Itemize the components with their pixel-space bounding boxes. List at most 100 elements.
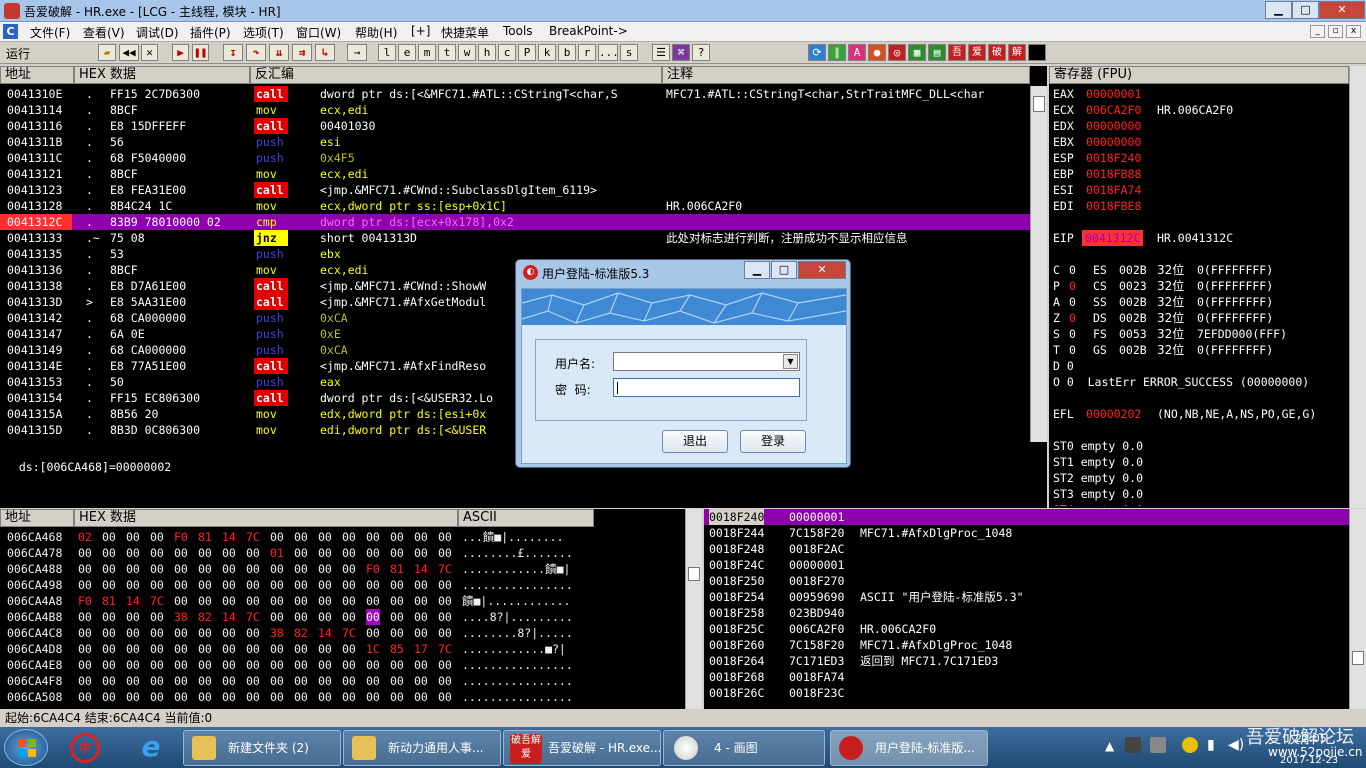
- register-value[interactable]: 0018F240: [1086, 150, 1141, 166]
- flag-value[interactable]: 0: [1069, 278, 1076, 294]
- username-combobox[interactable]: ▼: [613, 352, 800, 371]
- dump-byte[interactable]: 00: [270, 529, 284, 545]
- stack-row[interactable]: 0018F258 023BD940: [704, 605, 1349, 621]
- dump-byte[interactable]: 00: [342, 673, 356, 689]
- dump-byte[interactable]: 00: [390, 657, 404, 673]
- dump-byte[interactable]: 00: [366, 529, 380, 545]
- run-icon[interactable]: ▶: [172, 44, 189, 61]
- dump-byte[interactable]: 14: [318, 625, 332, 641]
- dump-byte[interactable]: 00: [246, 561, 260, 577]
- flag-value[interactable]: 0: [1069, 326, 1076, 342]
- menu-breakpoint[interactable]: BreakPoint->: [549, 24, 628, 38]
- dump-byte[interactable]: 00: [222, 689, 236, 705]
- dump-hex-header[interactable]: HEX 数据: [74, 509, 458, 527]
- dump-ascii-header[interactable]: ASCII: [458, 509, 594, 527]
- dump-byte[interactable]: 00: [438, 577, 452, 593]
- pinned-app-icon[interactable]: 中: [70, 733, 100, 763]
- task-debugger[interactable]: 破吾解爱 吾爱破解 - HR.exe...: [503, 730, 661, 766]
- dump-byte[interactable]: 00: [318, 689, 332, 705]
- toolbar-cpu-button[interactable]: c: [498, 44, 516, 61]
- dump-byte[interactable]: 00: [390, 545, 404, 561]
- dump-byte[interactable]: 00: [150, 545, 164, 561]
- disasm-row[interactable]: 00413121. 8BCF mov ecx,edi: [0, 166, 1030, 182]
- mdi-close-button[interactable]: x: [1346, 25, 1361, 38]
- dump-byte[interactable]: 00: [342, 609, 356, 625]
- list-icon[interactable]: ☰: [652, 44, 670, 61]
- dump-byte[interactable]: 00: [102, 689, 116, 705]
- dump-row[interactable]: 006CA478 00 00 00 00 00 00 00 00 01 00 00 00 00 00 00 00…: [0, 545, 685, 561]
- dump-byte[interactable]: 00: [390, 593, 404, 609]
- menu-plus[interactable]: [+]: [411, 24, 430, 38]
- disasm-row[interactable]: 0041311C. 68 F5040000 push 0x4F5: [0, 150, 1030, 166]
- dump-byte[interactable]: 00: [222, 641, 236, 657]
- dump-byte[interactable]: 00: [318, 673, 332, 689]
- toolbar-exec-modules-button[interactable]: e: [398, 44, 416, 61]
- toolbar-threads-button[interactable]: t: [438, 44, 456, 61]
- dump-address-header[interactable]: 地址: [0, 509, 74, 527]
- menu-tools[interactable]: Tools: [503, 24, 533, 38]
- dump-byte[interactable]: 00: [366, 577, 380, 593]
- dump-byte[interactable]: 00: [318, 561, 332, 577]
- trace-over-icon[interactable]: ⇉: [292, 44, 312, 61]
- menu-help[interactable]: 帮助(H): [355, 24, 397, 41]
- dump-byte[interactable]: 00: [102, 609, 116, 625]
- dump-byte[interactable]: 00: [102, 577, 116, 593]
- dump-byte[interactable]: 00: [126, 641, 140, 657]
- dump-byte[interactable]: 00: [318, 529, 332, 545]
- login-dialog[interactable]: ◐ 用户登陆-标准版5.3 ▁ □ ✕ 用户名: ▼ 密 码: 退出 登录: [515, 259, 851, 468]
- stack-row[interactable]: 0018F250 0018F270: [704, 573, 1349, 589]
- dump-byte[interactable]: 00: [438, 673, 452, 689]
- grid-plugin-icon[interactable]: ▦: [908, 44, 926, 61]
- dump-scrollbar[interactable]: [685, 509, 702, 709]
- dump-byte[interactable]: 00: [174, 577, 188, 593]
- volume-icon[interactable]: ◀): [1228, 737, 1244, 753]
- dump-row[interactable]: 006CA4C8 00 00 00 00 00 00 00 00 38 82 14 7C 00 00 00 00…: [0, 625, 685, 641]
- dump-byte[interactable]: 00: [102, 529, 116, 545]
- dump-byte[interactable]: 01: [270, 545, 284, 561]
- dump-byte[interactable]: 00: [174, 545, 188, 561]
- dump-byte[interactable]: 00: [270, 593, 284, 609]
- dump-byte[interactable]: 00: [102, 625, 116, 641]
- dump-byte[interactable]: 00: [342, 657, 356, 673]
- open-icon[interactable]: ▰: [98, 44, 116, 61]
- dump-byte[interactable]: 00: [246, 577, 260, 593]
- dump-byte[interactable]: 00: [174, 689, 188, 705]
- dump-byte[interactable]: 00: [390, 529, 404, 545]
- dump-byte[interactable]: 14: [126, 593, 140, 609]
- dump-byte[interactable]: 00: [414, 593, 428, 609]
- dump-byte[interactable]: 00: [198, 673, 212, 689]
- disasm-scrollbar[interactable]: [1030, 86, 1047, 442]
- disasm-row[interactable]: 00413135. 53 push ebx: [0, 246, 1030, 262]
- stack-row[interactable]: 0018F264 7C171ED3 返回到 MFC71.7C171ED3: [704, 653, 1349, 669]
- dump-byte[interactable]: 7C: [342, 625, 356, 641]
- stack-row[interactable]: 0018F254 00959690 ASCII "用户登陆-标准版5.3": [704, 589, 1349, 605]
- dump-byte[interactable]: 00: [246, 657, 260, 673]
- menu-debug[interactable]: 调试(D): [136, 24, 179, 41]
- clock-date[interactable]: 2017-12-23: [1280, 755, 1338, 766]
- toolbar-references-button[interactable]: r: [578, 44, 596, 61]
- ie-icon[interactable]: e: [135, 731, 167, 763]
- register-value[interactable]: 00000000: [1086, 118, 1141, 134]
- dump-row[interactable]: 006CA488 00 00 00 00 00 00 00 00 00 00 00 00 F0 81 14 7C…: [0, 561, 685, 577]
- stack-row[interactable]: 0018F25C 006CA2F0 HR.006CA2F0: [704, 621, 1349, 637]
- toolbar-memory-button[interactable]: m: [418, 44, 436, 61]
- dump-byte[interactable]: 00: [198, 593, 212, 609]
- target-plugin-icon[interactable]: ◎: [888, 44, 906, 61]
- dump-byte[interactable]: 81: [102, 593, 116, 609]
- dump-byte[interactable]: 00: [150, 689, 164, 705]
- stack-scrollbar[interactable]: [1349, 509, 1366, 709]
- disasm-address-header[interactable]: 地址: [0, 66, 74, 84]
- po-plugin-icon[interactable]: 破: [988, 44, 1006, 61]
- dump-byte[interactable]: 00: [126, 577, 140, 593]
- calc-plugin-icon[interactable]: ▤: [928, 44, 946, 61]
- dump-byte[interactable]: 17: [414, 641, 428, 657]
- dump-byte[interactable]: 7C: [246, 529, 260, 545]
- stack-scroll-thumb[interactable]: [1352, 651, 1364, 665]
- dump-byte[interactable]: 00: [246, 593, 260, 609]
- dump-byte[interactable]: 00: [126, 673, 140, 689]
- dump-byte[interactable]: 14: [414, 561, 428, 577]
- dump-byte[interactable]: 00: [126, 561, 140, 577]
- execute-till-return-icon[interactable]: ↳: [315, 44, 335, 61]
- disasm-row[interactable]: 00413128. 8B4C24 1C mov ecx,dword ptr ss:[e…: [0, 198, 1030, 214]
- dump-byte[interactable]: 00: [150, 609, 164, 625]
